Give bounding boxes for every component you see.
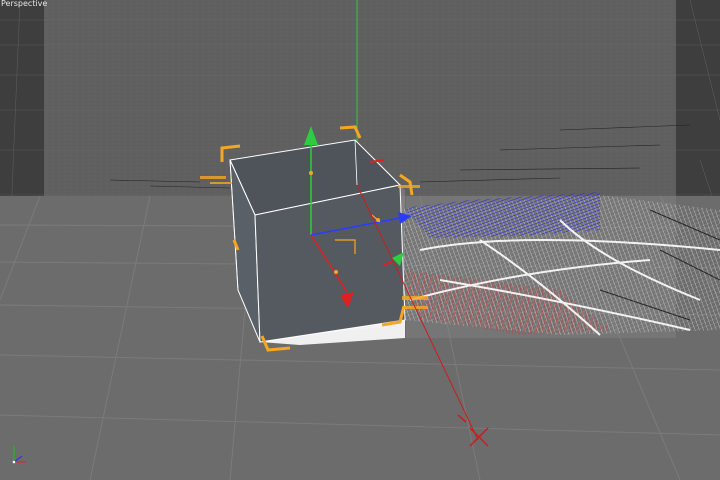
- viewport-scene[interactable]: [0, 0, 720, 480]
- 3d-viewport[interactable]: Perspective: [0, 0, 720, 480]
- cube-object[interactable]: [229, 139, 406, 345]
- wireframe-cloth-object[interactable]: [404, 192, 720, 336]
- world-axis-icon: [12, 446, 26, 464]
- viewport-label[interactable]: Perspective: [1, 0, 47, 8]
